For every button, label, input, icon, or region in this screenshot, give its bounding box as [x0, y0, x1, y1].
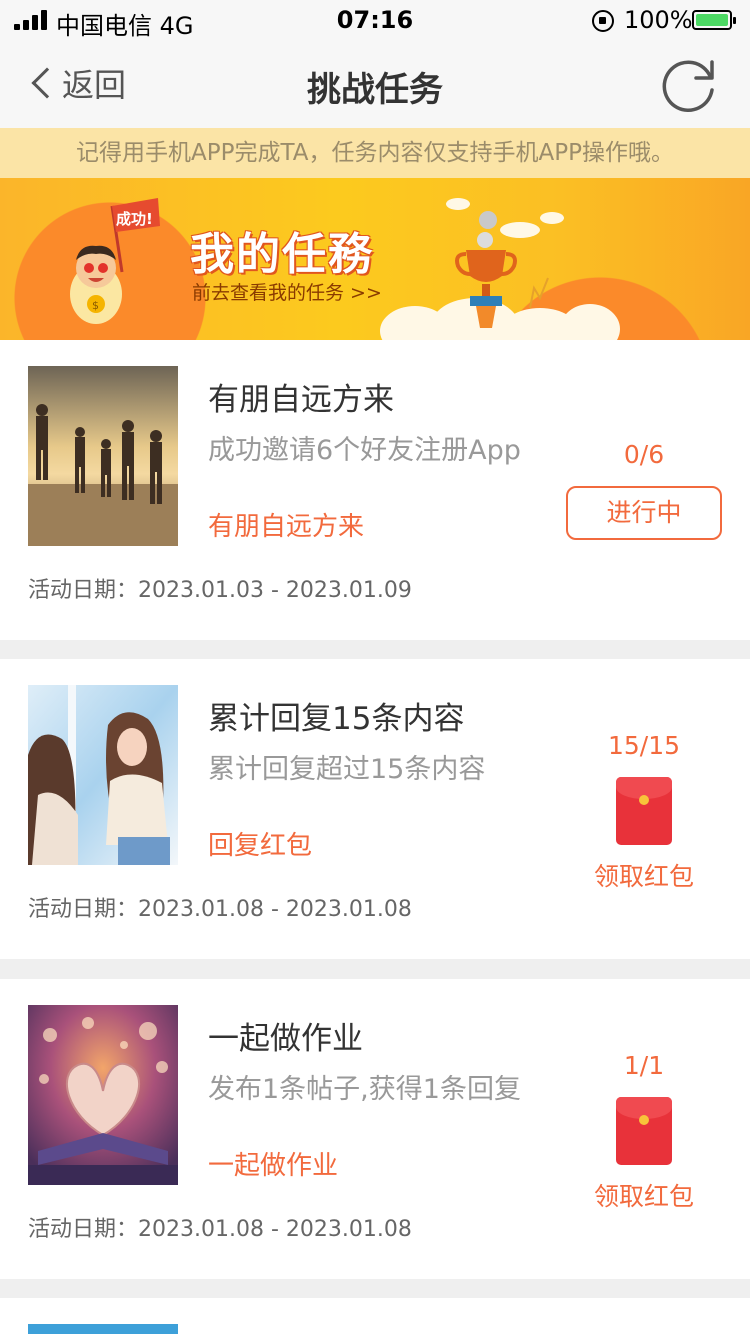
- task-card-partial[interactable]: [0, 1298, 750, 1334]
- task-link[interactable]: 一起做作业: [208, 1145, 338, 1182]
- battery-icon: [692, 10, 736, 30]
- task-title: 有朋自远方来: [208, 382, 394, 418]
- battery-percent: 100%: [624, 6, 693, 34]
- beach-friends-thumbnail[interactable]: [28, 366, 178, 546]
- task-date: 活动日期：2023.01.08 - 2023.01.08: [28, 897, 412, 922]
- task-description: 累计回复超过15条内容: [208, 754, 486, 785]
- banner-flag-text: 成功!: [116, 210, 153, 228]
- page-title: 挑战任务: [307, 70, 443, 110]
- heart-book-thumbnail[interactable]: [28, 1005, 178, 1185]
- red-envelope-icon[interactable]: [616, 777, 672, 845]
- task-date: 活动日期：2023.01.08 - 2023.01.08: [28, 1217, 412, 1242]
- task-card[interactable]: 累计回复15条内容 累计回复超过15条内容 回复红包 活动日期：2023.01.…: [0, 659, 750, 959]
- view-my-tasks-link[interactable]: 前去查看我的任务 >>: [192, 278, 382, 305]
- my-tasks-banner[interactable]: 成功! $ 我的任務 前去查看我的任务 >>: [0, 178, 750, 340]
- task-progress: 0/6: [623, 440, 665, 469]
- task-card[interactable]: 一起做作业 发布1条帖子,获得1条回复 一起做作业 活动日期：2023.01.0…: [0, 979, 750, 1279]
- task-thumbnail-partial[interactable]: [28, 1324, 178, 1334]
- notice-bar: 记得用手机APP完成TA，任务内容仅支持手机APP操作哦。: [0, 128, 750, 178]
- in-progress-button[interactable]: 进行中: [566, 486, 722, 540]
- task-date: 活动日期：2023.01.03 - 2023.01.09: [28, 578, 412, 603]
- task-title: 累计回复15条内容: [208, 701, 465, 737]
- status-bar: 中国电信 4G 07:16 100%: [0, 0, 750, 40]
- task-link[interactable]: 有朋自远方来: [208, 506, 364, 543]
- task-link[interactable]: 回复红包: [208, 825, 312, 862]
- banner-title: 我的任務: [190, 229, 374, 280]
- task-description: 成功邀请6个好友注册App: [208, 435, 521, 466]
- svg-text:$: $: [92, 299, 99, 312]
- task-progress: 1/1: [623, 1051, 665, 1080]
- two-girls-thumbnail[interactable]: [28, 685, 178, 865]
- task-description: 发布1条帖子,获得1条回复: [208, 1074, 521, 1105]
- nav-bar: 返回 挑战任务: [0, 40, 750, 128]
- red-envelope-icon[interactable]: [616, 1097, 672, 1165]
- refresh-icon[interactable]: [660, 54, 720, 114]
- task-card[interactable]: 有朋自远方来 成功邀请6个好友注册App 有朋自远方来 活动日期：2023.01…: [0, 340, 750, 640]
- trophy-illustration: [455, 211, 549, 328]
- claim-red-envelope-button[interactable]: 领取红包: [566, 1177, 722, 1213]
- rotation-lock-icon: [592, 10, 614, 32]
- task-progress: 15/15: [607, 731, 681, 760]
- claim-red-envelope-button[interactable]: 领取红包: [566, 857, 722, 893]
- task-title: 一起做作业: [208, 1021, 363, 1057]
- mascot-illustration: 成功! $: [70, 198, 160, 324]
